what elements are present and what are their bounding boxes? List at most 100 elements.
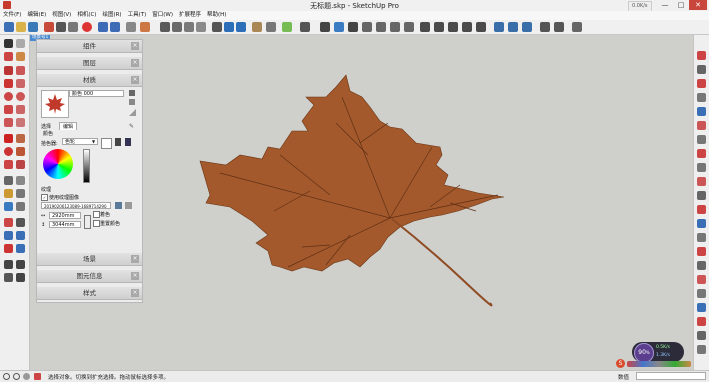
- right-tool-15-icon[interactable]: [697, 247, 706, 256]
- follow-me-icon[interactable]: [16, 147, 25, 156]
- close-icon[interactable]: ×: [131, 289, 139, 297]
- select-icon[interactable]: [4, 39, 13, 48]
- close-icon[interactable]: ×: [131, 255, 139, 263]
- brightness-slider[interactable]: [83, 149, 90, 183]
- style-builder-icon[interactable]: [404, 22, 414, 32]
- outliner-icon[interactable]: [572, 22, 582, 32]
- open-file-icon[interactable]: [16, 22, 26, 32]
- scale-icon[interactable]: [4, 160, 13, 169]
- right-tool-1-icon[interactable]: [697, 51, 706, 60]
- arc-icon[interactable]: [4, 105, 13, 114]
- zoom-window-icon[interactable]: [16, 231, 25, 240]
- right-tool-3-icon[interactable]: [697, 79, 706, 88]
- edit-texture-icon[interactable]: [125, 202, 132, 209]
- pan-icon[interactable]: [16, 218, 25, 227]
- polygon-icon[interactable]: [16, 92, 25, 101]
- create-material-icon[interactable]: [129, 90, 135, 96]
- paint-bucket-icon[interactable]: [4, 52, 13, 61]
- shadows-icon[interactable]: [540, 22, 550, 32]
- share-model-icon[interactable]: [362, 22, 372, 32]
- material-name-field[interactable]: 颜色 000: [69, 90, 124, 97]
- get-models-icon[interactable]: [376, 22, 386, 32]
- trim-icon[interactable]: [462, 22, 472, 32]
- instructor-icon[interactable]: [34, 373, 41, 380]
- menu-view[interactable]: 视图(V): [49, 11, 74, 20]
- circle-icon[interactable]: [4, 92, 13, 101]
- text-icon[interactable]: [16, 189, 25, 198]
- texture-width-field[interactable]: 2920mm: [49, 212, 81, 219]
- undo-icon[interactable]: [98, 22, 108, 32]
- right-tool-8-icon[interactable]: [697, 149, 706, 158]
- menu-draw[interactable]: 绘图(R): [99, 11, 124, 20]
- browse-texture-icon[interactable]: [115, 202, 122, 209]
- match-screen-color-icon[interactable]: [125, 138, 131, 146]
- right-tool-2-icon[interactable]: [697, 65, 706, 74]
- input-method-icon[interactable]: S: [616, 359, 625, 368]
- layout-icon[interactable]: [390, 22, 400, 32]
- xray-icon[interactable]: [212, 22, 222, 32]
- maximize-button[interactable]: □: [673, 0, 689, 10]
- geolocation-icon[interactable]: [3, 373, 10, 380]
- components-panel-header[interactable]: 组件 ×: [37, 40, 142, 53]
- look-around-icon[interactable]: [16, 260, 25, 269]
- tape-measure-icon[interactable]: [4, 176, 13, 185]
- colorize-checkbox[interactable]: [93, 211, 100, 218]
- credits-icon[interactable]: [13, 373, 20, 380]
- menu-tools[interactable]: 工具(T): [125, 11, 150, 20]
- right-tool-4-icon[interactable]: [697, 93, 706, 102]
- zoom-icon[interactable]: [4, 231, 13, 240]
- print-icon[interactable]: [126, 22, 136, 32]
- materials-panel-header[interactable]: 材质 ×: [37, 74, 142, 87]
- edit-tab[interactable]: 编辑: [59, 122, 78, 130]
- section-plane-icon[interactable]: [252, 22, 262, 32]
- rotated-rectangle-icon[interactable]: [16, 79, 25, 88]
- scenes-panel-header[interactable]: 场景 ×: [37, 253, 142, 266]
- right-tool-9-icon[interactable]: [697, 163, 706, 172]
- walk-icon[interactable]: [4, 273, 13, 282]
- aspect-lock-icon[interactable]: [84, 215, 91, 229]
- close-button[interactable]: ✕: [689, 0, 707, 10]
- sandbox-icon[interactable]: [320, 22, 330, 32]
- right-tool-12-icon[interactable]: [697, 205, 706, 214]
- previous-view-icon[interactable]: [16, 244, 25, 253]
- display-secondary-icon[interactable]: [129, 109, 136, 116]
- rotate-icon[interactable]: [4, 147, 13, 156]
- shaded-texture-icon[interactable]: [236, 22, 246, 32]
- move-icon[interactable]: [4, 134, 13, 143]
- right-tool-13-icon[interactable]: [697, 219, 706, 228]
- eraser-icon[interactable]: [16, 39, 25, 48]
- line-icon[interactable]: [4, 66, 13, 75]
- menu-camera[interactable]: 相机(C): [74, 11, 99, 20]
- zoom-extents-icon[interactable]: [4, 244, 13, 253]
- model-info-icon[interactable]: [140, 22, 150, 32]
- right-tool-7-icon[interactable]: [697, 135, 706, 144]
- menu-help[interactable]: 帮助(H): [204, 11, 229, 20]
- layers-panel-header[interactable]: 图层 ×: [37, 57, 142, 70]
- redo-icon[interactable]: [110, 22, 120, 32]
- right-tool-16-icon[interactable]: [697, 261, 706, 270]
- texture-height-field[interactable]: 3044mm: [49, 221, 81, 228]
- right-tool-20-icon[interactable]: [697, 317, 706, 326]
- rectangle-icon[interactable]: [4, 79, 13, 88]
- right-tool-19-icon[interactable]: [697, 303, 706, 312]
- two-point-arc-icon[interactable]: [16, 105, 25, 114]
- menu-window[interactable]: 窗口(W): [149, 11, 176, 20]
- select-tab[interactable]: 选择: [41, 123, 51, 130]
- new-file-icon[interactable]: [4, 22, 14, 32]
- eyedropper-icon[interactable]: ✎: [129, 123, 134, 130]
- union-icon[interactable]: [434, 22, 444, 32]
- iso-view-icon[interactable]: [160, 22, 170, 32]
- warehouse-icon[interactable]: [334, 22, 344, 32]
- split-icon[interactable]: [476, 22, 486, 32]
- orbit-icon[interactable]: [4, 218, 13, 227]
- close-icon[interactable]: ×: [131, 272, 139, 280]
- extension-warehouse-icon[interactable]: [348, 22, 358, 32]
- account-icon[interactable]: [23, 373, 30, 380]
- right-view-icon[interactable]: [196, 22, 206, 32]
- right-tool-11-icon[interactable]: [697, 191, 706, 200]
- delete-icon[interactable]: [82, 22, 92, 32]
- freehand-icon[interactable]: [16, 66, 25, 75]
- axes-icon[interactable]: [4, 202, 13, 211]
- right-tool-21-icon[interactable]: [697, 331, 706, 340]
- protractor-icon[interactable]: [4, 189, 13, 198]
